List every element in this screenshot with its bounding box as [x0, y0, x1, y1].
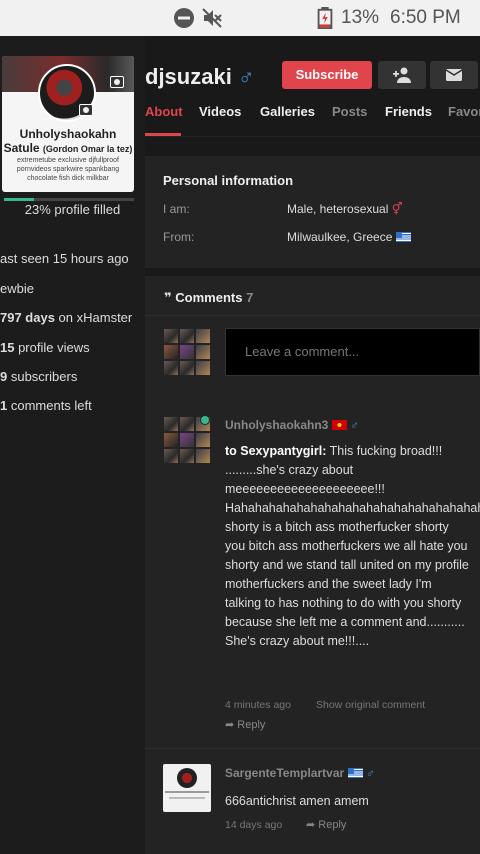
subscribe-button[interactable]: Subscribe: [282, 61, 372, 89]
profile-progress-text: 23% profile filled: [24, 202, 121, 217]
envelope-icon: [446, 69, 462, 81]
rank: ewbie: [0, 281, 34, 296]
comment-author[interactable]: Unholyshaokahn3 ♂: [225, 418, 359, 432]
mini-tag-line: [169, 797, 205, 799]
from-label: From:: [163, 230, 195, 244]
personal-info-title: Personal information: [163, 173, 294, 188]
greece-flag-icon: [347, 768, 363, 778]
male-gender-icon: ♂: [237, 64, 255, 89]
comments-divider: [145, 315, 480, 316]
i-am-value: Male, heterosexual ⚥: [287, 202, 403, 216]
subscribers[interactable]: 9 subscribers: [0, 369, 77, 384]
mini-avatar: [177, 768, 197, 788]
profile-progress-fill: [4, 198, 34, 201]
mute-icon: [202, 8, 222, 28]
days-value: 797 days: [0, 310, 55, 325]
profile-views: 15 profile views: [0, 340, 90, 355]
profile-sidebar: Unholyshaokahn Satule (Gordon Omar la te…: [0, 36, 145, 854]
days-suffix: on xHamster: [54, 310, 133, 325]
tab-favorites[interactable]: Favor: [448, 104, 480, 119]
greece-flag-icon: [395, 232, 411, 242]
tab-videos[interactable]: Videos: [199, 104, 241, 119]
profile-tabs: About Videos Galleries Posts Friends Fav…: [145, 104, 480, 136]
male-gender-icon: ♂: [365, 766, 375, 780]
online-status-dot: [200, 415, 210, 425]
card-tags: extremetube exclusive djfullproof pornvi…: [16, 157, 120, 182]
comments-header: ❞ Comments 7: [164, 290, 253, 306]
male-gender-icon: ♂: [350, 418, 360, 432]
cover-camera-icon[interactable]: [110, 76, 124, 88]
tab-about[interactable]: About: [145, 104, 183, 119]
card-name: Unholyshaokahn Satule (Gordon Omar la te…: [2, 127, 134, 156]
last-seen: ast seen 15 hours ago: [0, 251, 129, 266]
reply-arrow-icon: ➦: [306, 819, 316, 831]
i-am-text: Male, heterosexual: [287, 202, 389, 216]
profile-card[interactable]: Unholyshaokahn Satule (Gordon Omar la te…: [2, 56, 134, 192]
clock: 6:50 PM: [390, 7, 461, 28]
add-friend-button[interactable]: [378, 61, 426, 89]
comment-body: 666antichrist amen amem: [225, 794, 369, 808]
from-text: Milwaulkee, Greece: [287, 230, 393, 244]
comment-divider: [145, 748, 480, 749]
comment-author-name[interactable]: SargenteTemplartvar: [225, 766, 344, 780]
battery-percent: 13%: [341, 7, 380, 28]
comment-author-name[interactable]: Unholyshaokahn3: [225, 418, 328, 432]
reply-button[interactable]: ➦ Reply: [306, 818, 346, 831]
mini-name-line: [165, 791, 209, 793]
comment-input[interactable]: Leave a comment...: [225, 328, 480, 376]
comment-time: 4 minutes ago: [225, 699, 291, 711]
subs-suffix: subscribers: [7, 369, 78, 384]
battery-icon: [317, 7, 333, 29]
views-value: 15: [0, 340, 15, 355]
comment-author-avatar[interactable]: [163, 764, 211, 812]
do-not-disturb-icon: [174, 8, 194, 28]
profile-progress-bar: [4, 198, 134, 201]
comments-icon: ❞: [164, 290, 172, 305]
views-suffix: profile views: [14, 340, 90, 355]
from-value: Milwaulkee, Greece: [287, 230, 411, 244]
heterosexual-icon: ⚥: [391, 202, 403, 216]
tab-galleries[interactable]: Galleries: [260, 104, 315, 119]
reply-label: Reply: [318, 819, 347, 831]
add-friend-icon: [393, 67, 411, 83]
card-subname: (Gordon Omar la tez): [42, 144, 133, 154]
avatar-camera-icon[interactable]: [79, 104, 93, 116]
status-bar: 13% 6:50 PM: [0, 0, 480, 36]
my-avatar-thumbnail: [164, 329, 210, 375]
comment-author[interactable]: SargenteTemplartvar ♂: [225, 766, 375, 780]
comments-title: Comments: [175, 290, 243, 305]
reply-label: Reply: [237, 719, 266, 731]
personal-info-panel: Personal information I am: Male, heteros…: [145, 156, 480, 268]
comment-text: to Sexypantygirl: This fucking broad!!! …: [225, 442, 480, 651]
tab-posts[interactable]: Posts: [332, 104, 367, 119]
profile-username: djsuzaki ♂: [145, 64, 254, 90]
username-text: djsuzaki: [145, 64, 232, 89]
show-original-link[interactable]: Show original comment: [316, 699, 425, 711]
macedonia-flag-icon: [331, 420, 347, 430]
message-button[interactable]: [430, 61, 478, 89]
comments-count: 7: [246, 290, 254, 305]
reply-button[interactable]: ➦ Reply: [225, 718, 265, 731]
i-am-label: I am:: [163, 202, 190, 216]
comment-body: This fucking broad!!! .........she's cra…: [225, 444, 480, 648]
comment-time: 14 days ago: [225, 819, 283, 831]
reply-arrow-icon: ➦: [225, 719, 235, 731]
comments-left: 1 comments left: [0, 398, 92, 413]
tabs-divider: [145, 136, 480, 137]
comments-left-suffix: comments left: [7, 398, 92, 413]
comment-reply-to[interactable]: to Sexypantygirl:: [225, 444, 326, 458]
tab-friends[interactable]: Friends: [385, 104, 432, 119]
days-on-site: 797 days on xHamster: [0, 310, 132, 325]
profile-page: Unholyshaokahn Satule (Gordon Omar la te…: [0, 36, 480, 854]
